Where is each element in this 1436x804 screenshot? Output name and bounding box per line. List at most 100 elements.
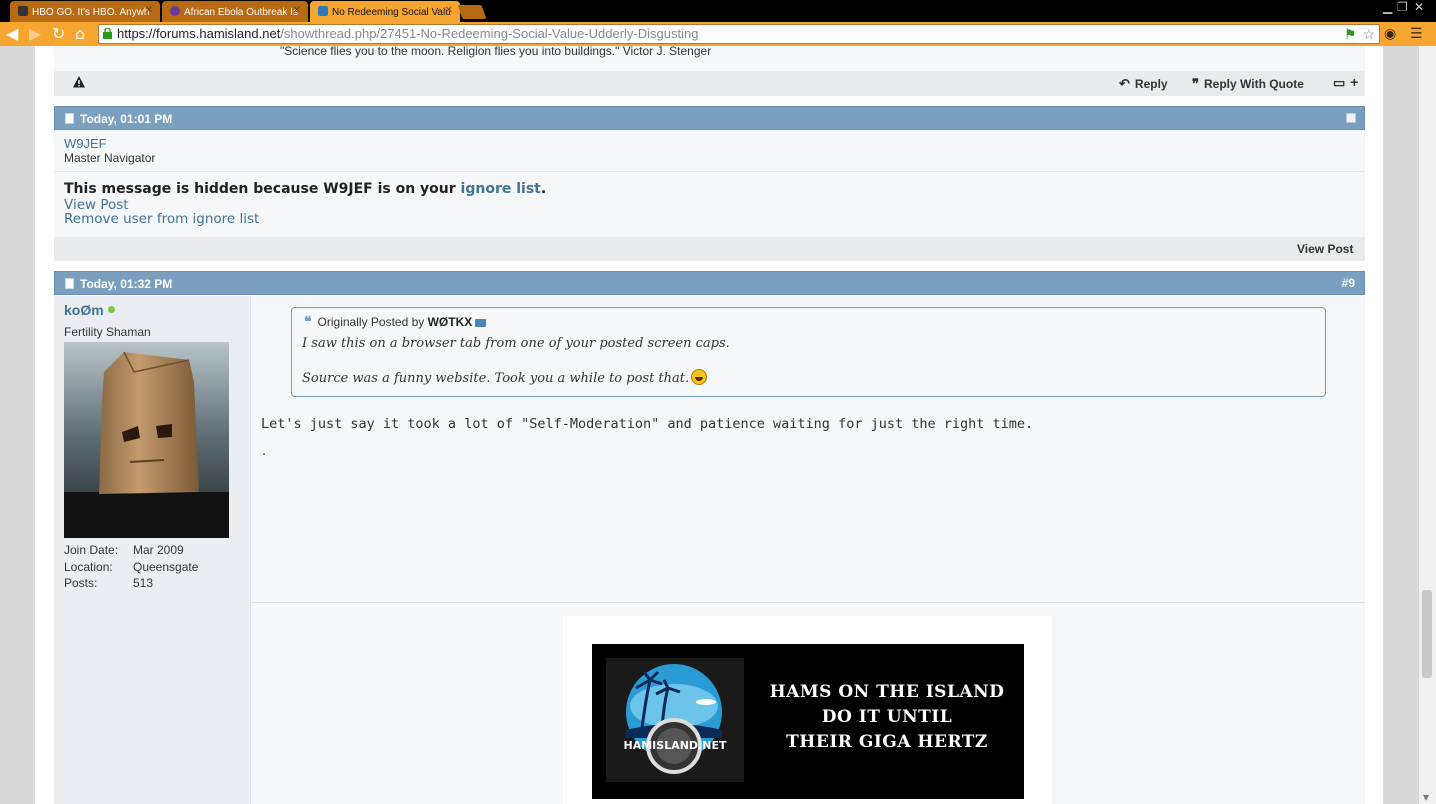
quote-author: WØTKX [427,315,473,329]
quote-line-text: Source was a funny website. Took you a w… [302,371,690,386]
new-tab-button[interactable] [457,5,487,19]
tab-hbo-go[interactable]: HBO GO. It's HBO. Anywh ✕ [10,1,160,22]
online-status-icon [107,306,115,313]
post-header-ignored: Today, 01:01 PM [54,106,1365,130]
banner-line: THEIR GIGA HERTZ [786,732,988,752]
notice-text: This message is hidden because W9JEF is … [64,181,456,197]
stat-value: 513 [133,576,154,590]
restore-icon[interactable]: ❐ [1397,0,1408,14]
hamisland-favicon-icon [318,6,328,16]
tab-strip: HBO GO. It's HBO. Anywh ✕ African Ebola … [0,0,1436,22]
multiquote-button[interactable]: ▭ + [1333,74,1358,91]
bookmark-star-icon[interactable]: ☆ [1362,26,1375,42]
flag-extension-icon[interactable]: ⚑ [1344,26,1357,42]
browser-toolbar: ◀ ▶ ↻ ⌂ https://forums.hamisland.net/sho… [0,22,1436,46]
post-doc-icon [65,113,74,124]
close-window-icon[interactable]: ✕ [1414,0,1424,14]
ignored-post-body: W9JEF Master Navigator This message is h… [54,130,1365,238]
site-favicon-icon [170,6,180,16]
reply-icon: ↶ [1119,76,1130,91]
stat-join-date: Join Date: Mar 2009 [64,542,198,559]
vertical-scrollbar[interactable]: ▼ [1418,46,1436,804]
laughing-smiley-icon [691,369,708,385]
post-message: Let's just say it took a lot of "Self-Mo… [261,416,1034,432]
avatar[interactable] [64,342,229,538]
signature-divider [252,602,1365,603]
ignored-username-link[interactable]: W9JEF [64,136,107,151]
banner-line: DO IT UNTIL [821,707,953,727]
quote-line: I saw this on a browser tab from one of … [302,336,730,351]
address-bar[interactable]: https://forums.hamisland.net/showthread.… [98,24,1380,44]
quote-block: ❝ Originally Posted by WØTKX I saw this o… [291,307,1326,397]
footer-view-post-button[interactable]: View Post [1297,242,1353,256]
hamisland-logo: HAMISLAND.NET [606,658,744,782]
quote-prefix: Originally Posted by [317,315,425,329]
post-select-checkbox[interactable] [1346,113,1356,123]
post-number-link[interactable]: #9 [1342,276,1355,290]
post-doc-icon [65,278,74,289]
url-host: https://forums.hamisland.net [117,26,281,41]
stat-value: Queensgate [133,559,199,574]
menu-icon[interactable]: ☰ [1410,24,1423,44]
stat-key: Join Date: [64,543,119,557]
stat-key: Location: [64,559,113,574]
forum-container: "Science flies you to the moon. Religion… [35,46,1383,804]
hidden-message-notice: This message is hidden because W9JEF is … [64,181,546,197]
logo-text: HAMISLAND.NET [624,739,727,752]
view-original-post-icon[interactable] [475,319,487,327]
stat-value: Mar 2009 [133,543,184,557]
user-stats: Join Date: Mar 2009 Location: Queensgate P… [64,542,198,592]
multiquote-plus: + [1350,74,1359,90]
stat-posts: Posts: 513 [64,575,198,592]
tab-close-icon[interactable]: ✕ [145,5,153,16]
post-date: Today, 01:01 PM [80,112,173,126]
post-date: Today, 01:32 PM [80,277,173,291]
tab-ebola[interactable]: African Ebola Outbreak Is ✕ [162,1,308,22]
tab-title: No Redeeming Social Valu [332,7,451,18]
scrollbar-thumb[interactable] [1422,590,1432,678]
reload-icon[interactable]: ↻ [52,24,65,44]
post-message-trailing: . [262,444,267,459]
minimize-icon[interactable]: ▁ [1383,0,1392,14]
hbo-favicon-icon [18,6,28,16]
previous-post-footer: ↶ Reply ❞ Reply With Quote ▭ + [54,71,1365,96]
signature-banner: HAMISLAND.NET HAMS ON THE ISLAND DO IT U… [592,644,1024,799]
scroll-down-icon[interactable]: ▼ [1423,793,1429,802]
stat-key: Posts: [64,576,98,590]
divider [54,171,1365,172]
username: koØm [64,302,104,318]
tab-title: HBO GO. It's HBO. Anywh [32,7,150,18]
username-link[interactable]: koØm [64,302,115,318]
reply-with-quote-label: Reply With Quote [1204,77,1304,91]
remove-from-ignore-link[interactable]: Remove user from ignore list [64,211,259,227]
back-icon[interactable]: ◀ [6,24,18,44]
page-viewport: "Science flies you to the moon. Religion… [0,46,1418,804]
forward-icon[interactable]: ▶ [29,24,41,44]
post-body: koØm Fertility Shaman Join Date: Mar 200… [54,296,1365,804]
banner-line: HAMS ON THE ISLAND [769,682,1005,702]
reply-button[interactable]: ↶ Reply [1119,76,1168,92]
multiquote-icon: ▭ [1333,75,1346,90]
extension-icon[interactable]: ◉ [1384,24,1396,44]
post-header: Today, 01:32 PM #9 [54,271,1365,295]
ignore-list-link[interactable]: ignore list [461,181,541,197]
tab-close-icon[interactable]: ✕ [445,5,453,16]
ignored-post-footer: View Post [54,237,1365,261]
quote-line-with-smiley: Source was a funny website. Took you a w… [302,369,708,386]
user-title: Fertility Shaman [64,325,151,339]
banner-text: HAMS ON THE ISLAND DO IT UNTIL THEIR GIG… [752,680,1022,755]
lock-icon [103,28,112,39]
tab-close-icon[interactable]: ✕ [293,5,301,16]
ignored-user-title: Master Navigator [64,151,156,165]
quote-icon: ❝ [304,313,312,329]
url-path: /showthread.php/27451-No-Redeeming-Socia… [280,26,699,41]
tab-no-redeeming[interactable]: No Redeeming Social Valu ✕ [310,1,460,22]
user-info-panel: koØm Fertility Shaman Join Date: Mar 200… [54,296,251,804]
quote-header: ❝ Originally Posted by WØTKX [304,313,487,330]
previous-post-signature: "Science flies you to the moon. Religion… [54,46,1365,71]
quote-bubble-icon: ❞ [1192,76,1199,91]
report-warning-icon[interactable] [72,75,86,89]
home-icon[interactable]: ⌂ [75,24,85,44]
stat-location: Location: Queensgate [64,559,198,576]
reply-with-quote-button[interactable]: ❞ Reply With Quote [1192,76,1304,92]
